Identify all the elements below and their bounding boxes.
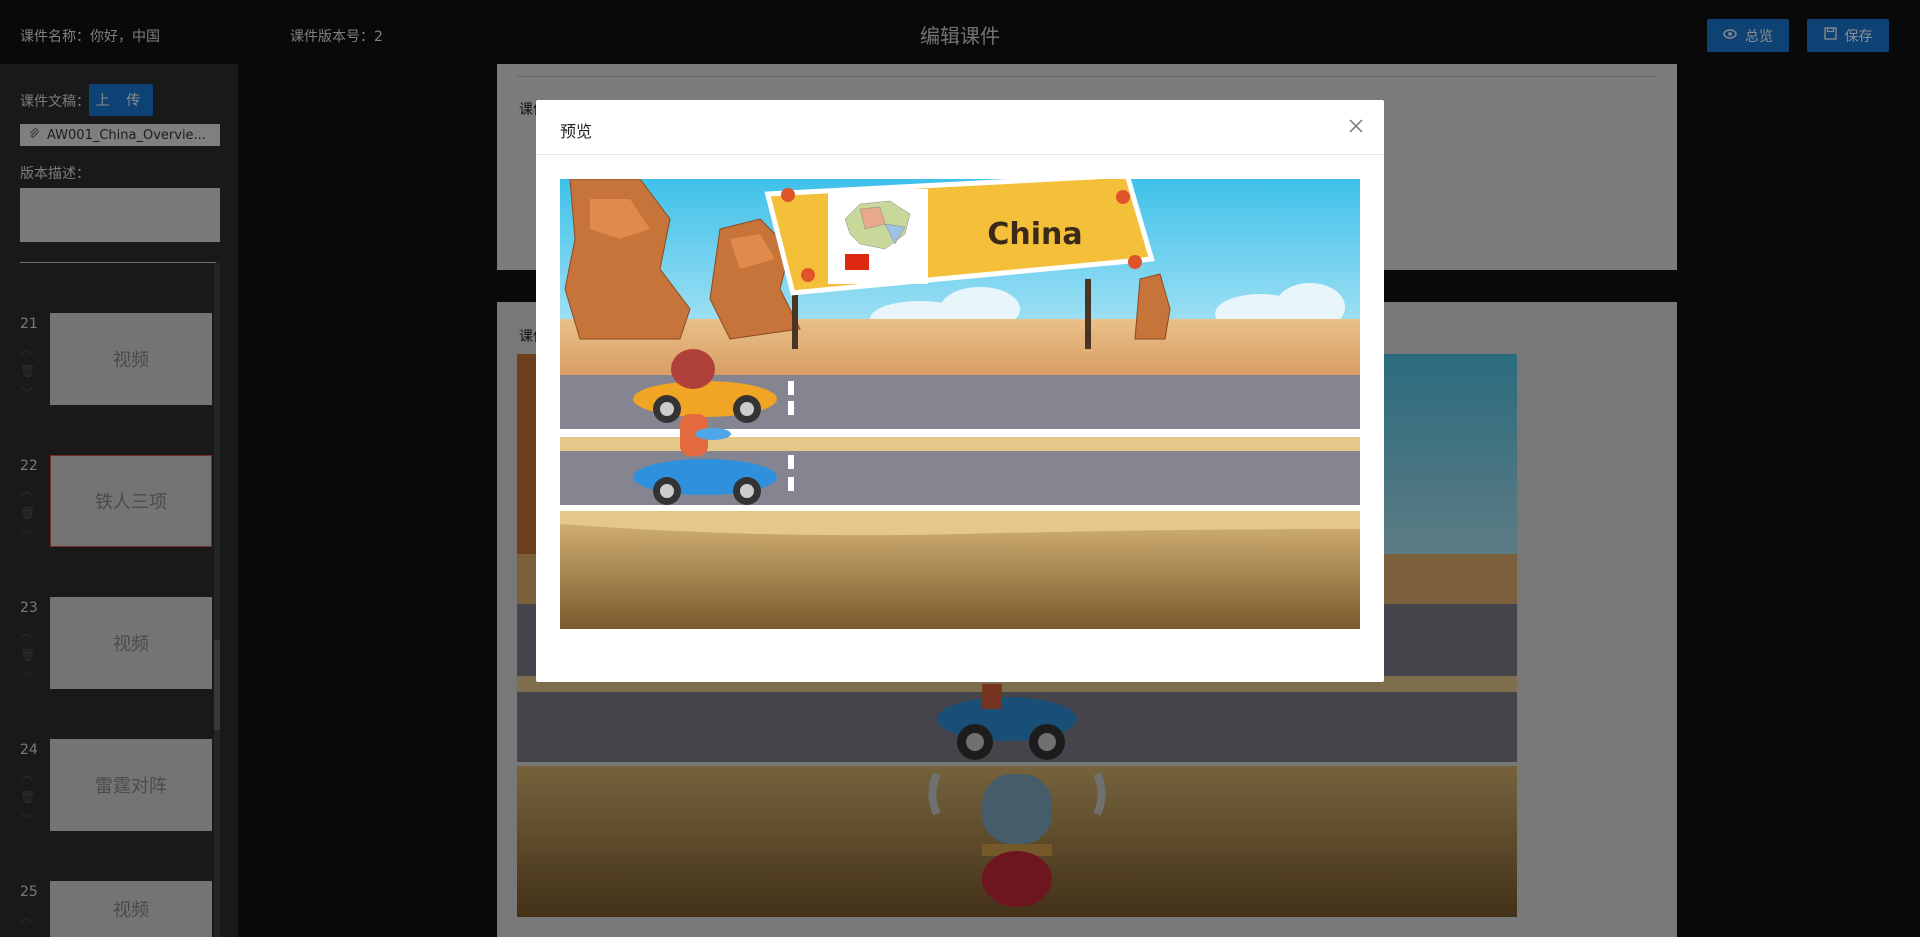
- modal-header: 预览: [536, 100, 1384, 155]
- preview-scene: China: [560, 179, 1360, 629]
- modal-title: 预览: [560, 122, 593, 141]
- sign-text: China: [987, 217, 1082, 252]
- preview-modal: 预览 China: [536, 100, 1384, 682]
- slide-preview: China: [560, 179, 1360, 629]
- close-icon[interactable]: [1346, 116, 1366, 136]
